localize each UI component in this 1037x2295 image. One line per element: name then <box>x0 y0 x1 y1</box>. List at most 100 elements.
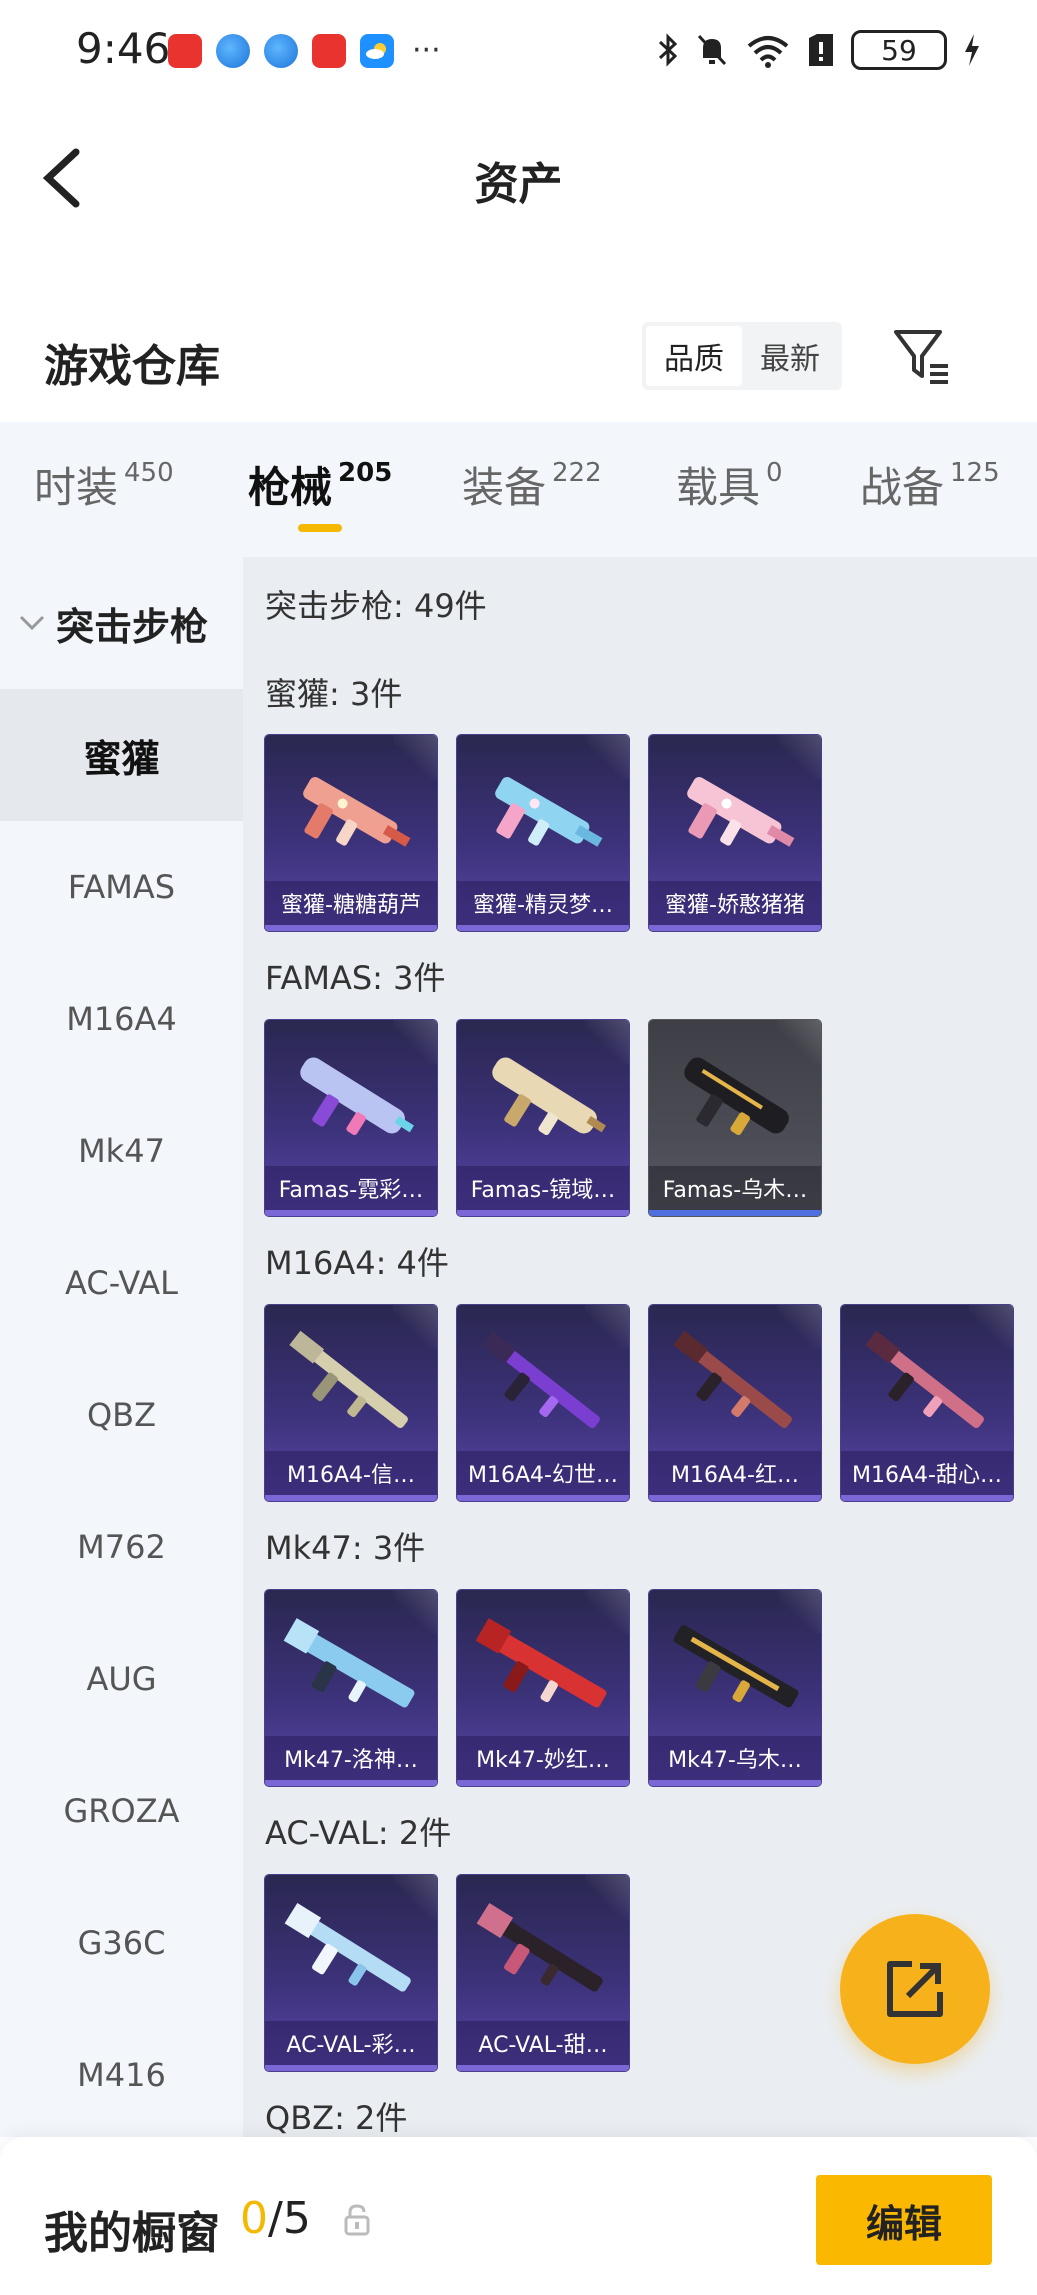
share-icon <box>887 1961 943 2017</box>
weapon-card[interactable]: M16A4-甜心… <box>841 1305 1013 1501</box>
battery-indicator: 59 <box>851 30 947 70</box>
browser-app-icon <box>216 34 250 68</box>
tab-vehicles[interactable]: 载具 0 <box>676 454 783 515</box>
tab-supplies[interactable]: 战备 125 <box>860 454 1000 515</box>
sidebar-item-m416[interactable]: M416 <box>0 2009 243 2141</box>
chevron-down-icon <box>19 615 45 631</box>
weapon-card-label: 蜜獾-精灵梦… <box>457 881 629 925</box>
quality-bar <box>457 1495 629 1501</box>
browser-app-icon <box>264 34 298 68</box>
sidebar-item-ac-val[interactable]: AC-VAL <box>0 1217 243 1349</box>
tab-label: 时装 <box>34 463 119 512</box>
sidebar-item-mk47[interactable]: Mk47 <box>0 1085 243 1217</box>
quality-bar <box>265 1210 437 1216</box>
quality-bar <box>649 1495 821 1501</box>
quality-bar <box>265 1495 437 1501</box>
huawei-app-icon <box>312 34 346 68</box>
weapon-card[interactable]: AC-VAL-甜… <box>457 1875 629 2071</box>
gun-skin-icon <box>476 1902 603 1992</box>
weapon-card-label: M16A4-幻世… <box>457 1451 629 1495</box>
group-title: 蜜獾: 3件 <box>265 675 403 713</box>
sidebar-item-g36c[interactable]: G36C <box>0 1877 243 2009</box>
tab-count: 0 <box>766 458 783 488</box>
weapon-card[interactable]: Famas-乌木… <box>649 1020 821 1216</box>
tab-equipment[interactable]: 装备 222 <box>462 454 602 515</box>
weapon-card-label: Mk47-妙红… <box>457 1736 629 1780</box>
sidebar-item-qbz[interactable]: QBZ <box>0 1349 243 1481</box>
showcase-max: /5 <box>268 2193 311 2244</box>
weapon-card[interactable]: Mk47-洛神… <box>265 1590 437 1786</box>
charging-icon <box>965 34 979 66</box>
gun-skin-icon <box>673 1625 799 1708</box>
gun-skin-icon <box>684 1057 789 1136</box>
bluetooth-icon <box>658 33 678 67</box>
sim-alert-icon <box>809 34 833 66</box>
page-title: 资产 <box>474 159 563 210</box>
weapon-card[interactable]: M16A4-红… <box>649 1305 821 1501</box>
gun-skin-icon <box>284 1902 411 1992</box>
tab-count: 125 <box>950 458 1000 488</box>
weapon-card-label: M16A4-甜心… <box>841 1451 1013 1495</box>
tab-label: 战备 <box>860 463 945 512</box>
weapon-card[interactable]: AC-VAL-彩… <box>265 1875 437 2071</box>
group-title: AC-VAL: 2件 <box>265 1814 452 1852</box>
weapon-card[interactable]: Famas-镜域… <box>457 1020 629 1216</box>
category-summary: 突击步枪: 49件 <box>265 587 487 625</box>
status-bar: 9:46 ··· 59 <box>0 0 1037 100</box>
gun-skin-icon <box>481 1330 600 1428</box>
sort-toggle: 品质 最新 <box>642 322 842 390</box>
tab-label: 装备 <box>462 463 547 512</box>
status-app-icons: ··· <box>168 34 441 68</box>
weapon-card[interactable]: Famas-霓彩… <box>265 1020 437 1216</box>
sort-newest-button[interactable]: 最新 <box>742 326 838 386</box>
lock-icon <box>344 2204 370 2236</box>
filter-button[interactable] <box>892 326 952 386</box>
tab-label: 载具 <box>676 463 761 512</box>
weapon-card[interactable]: 蜜獾-糖糖葫芦 <box>265 735 437 931</box>
filter-icon <box>894 330 948 384</box>
mute-bell-icon <box>697 34 727 66</box>
share-fab-button[interactable] <box>840 1914 990 2064</box>
sidebar-item-famas[interactable]: FAMAS <box>0 821 243 953</box>
sidebar-item-aug[interactable]: AUG <box>0 1613 243 1745</box>
weapon-card-label: Famas-乌木… <box>649 1166 821 1210</box>
weapon-card[interactable]: M16A4-信… <box>265 1305 437 1501</box>
weapon-card[interactable]: 蜜獾-娇憨猪猪 <box>649 735 821 931</box>
sidebar-item-m762[interactable]: M762 <box>0 1481 243 1613</box>
weapon-card[interactable]: 蜜獾-精灵梦… <box>457 735 629 931</box>
sidebar-item-honey-badger[interactable]: 蜜獾 <box>0 689 243 821</box>
weapon-grid: 突击步枪: 49件 蜜獾: 3件 蜜獾-糖糖葫芦 蜜獾-精灵梦… 蜜獾-娇憨猪猪… <box>243 557 1037 2137</box>
sidebar-group-label: 突击步枪 <box>56 604 209 649</box>
sidebar-group-assault-rifles[interactable]: 突击步枪 <box>0 557 243 689</box>
weapon-card[interactable]: Mk47-妙红… <box>457 1590 629 1786</box>
status-time: 9:46 <box>76 24 171 73</box>
tab-count: 222 <box>552 458 602 488</box>
tab-count: 205 <box>338 458 393 488</box>
group-title: QBZ: 2件 <box>265 2099 408 2137</box>
weapon-card-label: 蜜獾-糖糖葫芦 <box>265 881 437 925</box>
weapon-category-sidebar: 突击步枪 蜜獾 FAMAS M16A4 Mk47 AC-VAL QBZ M762… <box>0 557 243 2137</box>
tab-fashion[interactable]: 时装 450 <box>34 454 174 515</box>
weapon-card-label: Famas-霓彩… <box>265 1166 437 1210</box>
gun-skin-icon <box>492 1057 606 1136</box>
tab-guns[interactable]: 枪械 205 <box>248 454 392 515</box>
sidebar-item-m16a4[interactable]: M16A4 <box>0 953 243 1085</box>
edit-button[interactable]: 编辑 <box>816 2175 992 2265</box>
sidebar-item-groza[interactable]: GROZA <box>0 1745 243 1877</box>
weapon-card-label: Mk47-洛神… <box>265 1736 437 1780</box>
weather-app-icon <box>360 34 394 68</box>
huawei-app-icon <box>168 34 202 68</box>
showcase-label: 我的橱窗 <box>44 2208 220 2259</box>
weapon-card-label: Famas-镜域… <box>457 1166 629 1210</box>
weapon-card-label: AC-VAL-彩… <box>265 2021 437 2065</box>
gun-skin-icon <box>687 777 795 847</box>
weapon-card[interactable]: M16A4-幻世… <box>457 1305 629 1501</box>
sort-quality-button[interactable]: 品质 <box>646 326 742 386</box>
showcase-current: 0 <box>240 2193 268 2244</box>
status-indicators: 59 <box>657 30 981 70</box>
gun-skin-icon <box>289 1330 408 1428</box>
showcase-count: 0/5 <box>240 2193 311 2244</box>
gun-skin-icon <box>283 1618 415 1708</box>
quality-bar <box>457 2065 629 2071</box>
weapon-card[interactable]: Mk47-乌木… <box>649 1590 821 1786</box>
